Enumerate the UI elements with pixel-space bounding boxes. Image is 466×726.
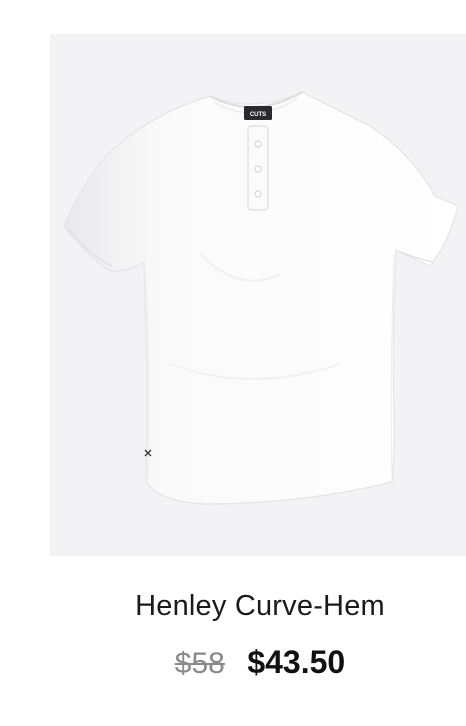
product-image[interactable]: CUTS (50, 34, 466, 556)
original-price: $58 (174, 647, 225, 680)
brand-label-text: CUTS (250, 112, 266, 118)
henley-shirt-illustration: CUTS (63, 91, 459, 505)
sale-price: $43.50 (247, 644, 346, 680)
price-row: $58 $43.50 (0, 644, 466, 681)
product-card[interactable]: CUTS Henley Curve-Hem $58 $43.50 (0, 0, 466, 726)
product-name[interactable]: Henley Curve-Hem (0, 590, 466, 623)
